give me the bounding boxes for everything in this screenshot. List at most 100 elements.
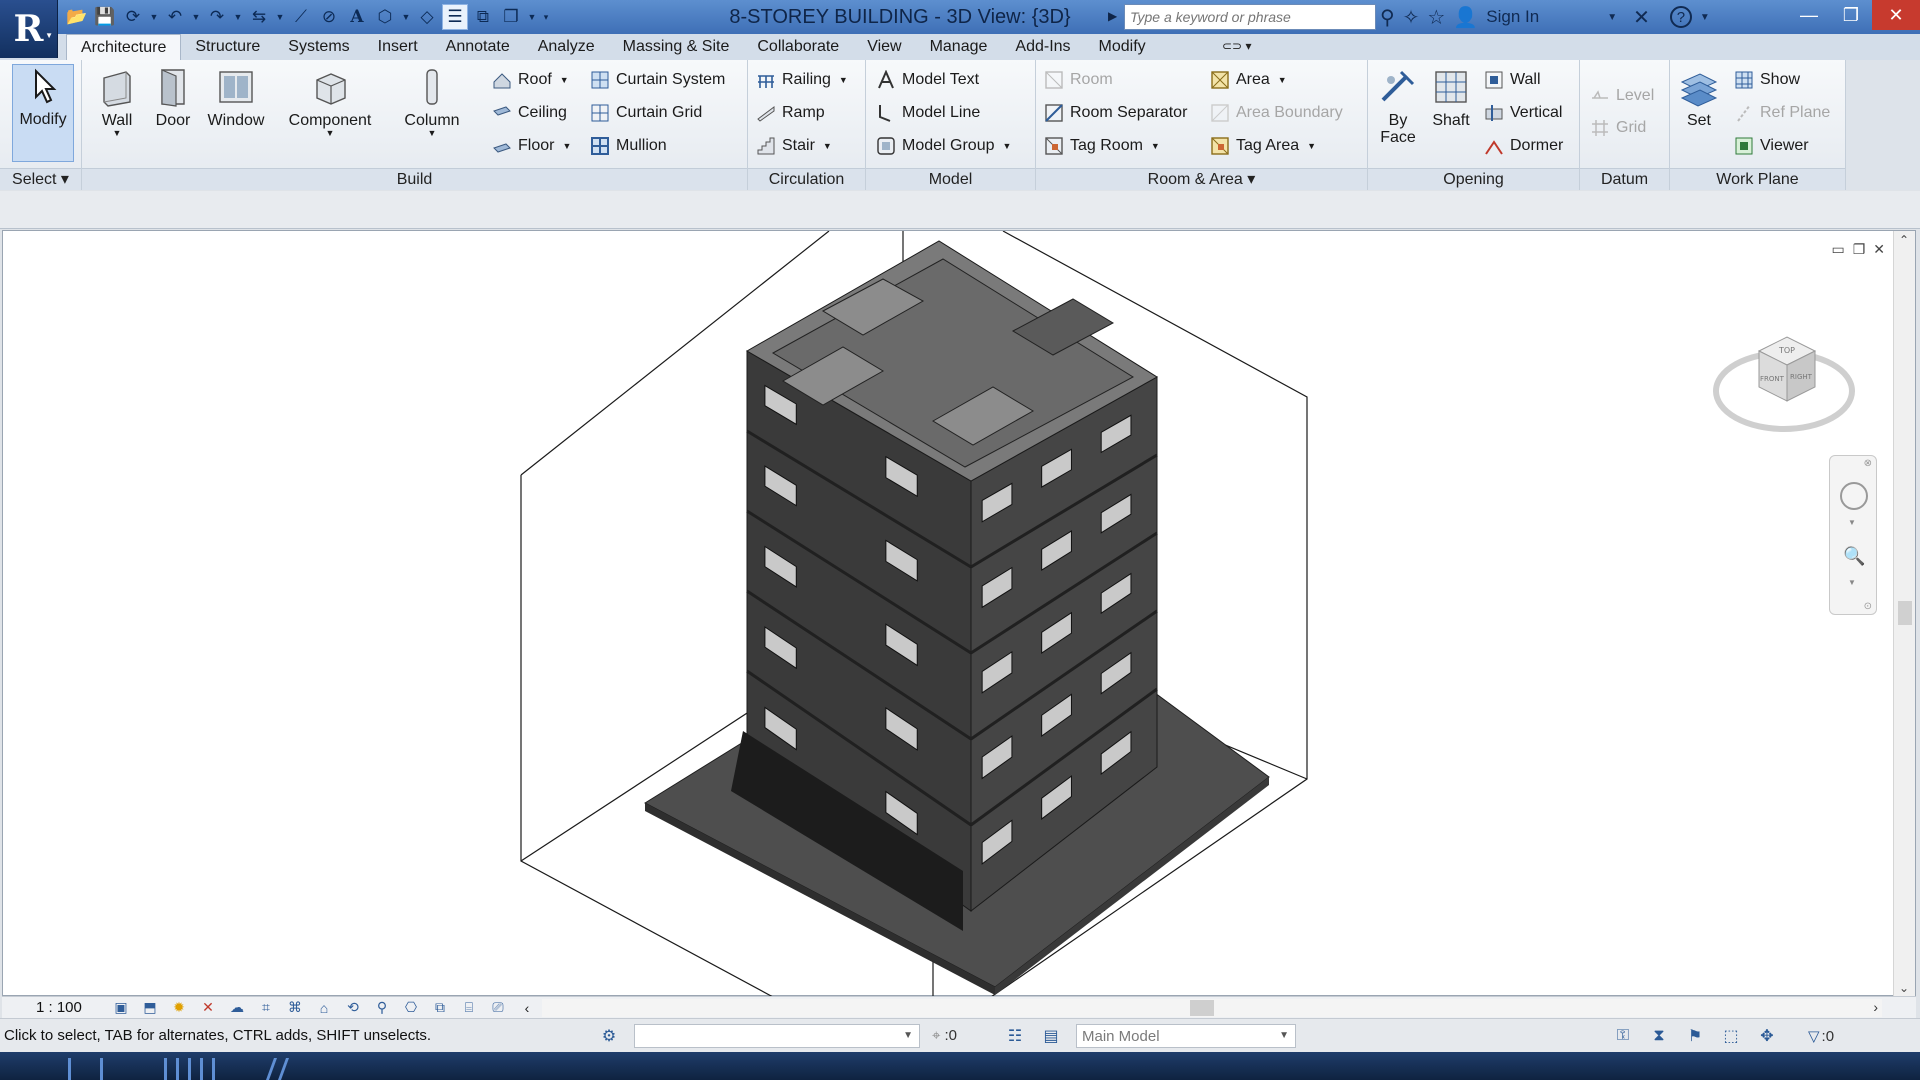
shaft-button[interactable]: Shaft [1426, 66, 1476, 130]
binoculars-icon[interactable]: ⚲ [1380, 5, 1395, 30]
steering-wheel-icon[interactable] [1840, 482, 1868, 510]
view-scale[interactable]: 1 : 100 [36, 999, 110, 1016]
visual-style-icon[interactable]: ⬒ [139, 999, 161, 1017]
worksets-icon[interactable]: ⚙ [598, 1025, 620, 1047]
viewcube-front-label[interactable]: FRONT [1760, 375, 1785, 383]
mullion-button[interactable]: Mullion [590, 132, 667, 160]
tab-add-ins[interactable]: Add-Ins [1001, 34, 1084, 60]
chevron-down-icon[interactable]: ▼ [274, 4, 286, 30]
vertical-opening-button[interactable]: Vertical [1484, 99, 1562, 127]
design-options-icon[interactable]: ▤ [1040, 1025, 1062, 1047]
stair-button[interactable]: Stair ▼ [756, 132, 832, 160]
tab-structure[interactable]: Structure [181, 34, 274, 60]
crop-view-icon[interactable]: ⌗ [255, 999, 277, 1017]
horizontal-scrollbar[interactable]: › [542, 999, 1882, 1017]
workset-dropdown[interactable]: ▼ [634, 1024, 920, 1048]
chevron-down-icon[interactable]: ▼ [190, 4, 202, 30]
minimize-view-icon[interactable]: ▭ [1831, 241, 1844, 258]
chevron-down-icon[interactable]: ▼ [1307, 141, 1316, 151]
taskbar-item[interactable] [277, 1058, 290, 1080]
chevron-down-icon[interactable]: ▼ [1003, 141, 1012, 151]
chevron-down-icon[interactable]: ⌄ [1899, 981, 1909, 995]
communication-center-icon[interactable]: ✧ [1403, 5, 1420, 30]
set-work-plane-button[interactable]: Set [1676, 66, 1722, 130]
sign-in-link[interactable]: Sign In [1486, 7, 1539, 27]
panel-title-select[interactable]: Select ▾ [0, 168, 81, 190]
vertical-scrollbar[interactable]: ⌃ ⌄ [1893, 231, 1915, 997]
chevron-down-icon[interactable]: ▼ [903, 1030, 913, 1041]
taskbar-item[interactable] [188, 1058, 191, 1080]
chevron-down-icon[interactable]: ▼ [562, 141, 571, 151]
taskbar-item[interactable] [176, 1058, 179, 1080]
grid-button[interactable]: Grid [1590, 114, 1646, 142]
tab-massing-site[interactable]: Massing & Site [609, 34, 744, 60]
level-button[interactable]: Level [1590, 82, 1654, 110]
help-icon[interactable]: ? [1669, 6, 1692, 28]
tab-systems[interactable]: Systems [274, 34, 363, 60]
chevron-down-icon[interactable]: ▼ [1700, 12, 1710, 23]
select-links-icon[interactable]: ⚿ [1612, 1025, 1634, 1047]
shadows-icon[interactable]: ✕ [197, 999, 219, 1017]
tab-architecture[interactable]: Architecture [66, 34, 182, 60]
ribbon-minimize-toggle[interactable]: ⊂⊃ ▾ [1222, 39, 1251, 53]
measure-icon[interactable]: ⇆ [246, 4, 272, 30]
minimize-icon[interactable]: — [1788, 0, 1830, 30]
model-line-button[interactable]: Model Line [876, 99, 980, 127]
viewcube[interactable]: TOP FRONT RIGHT [1709, 321, 1859, 441]
customize-qat-icon[interactable]: ▾ [540, 4, 552, 30]
chevron-down-icon[interactable]: ▼ [1848, 578, 1856, 587]
room-button[interactable]: Room [1044, 66, 1113, 94]
3d-model-canvas[interactable] [3, 231, 1893, 997]
section-icon[interactable]: ◇ [414, 4, 440, 30]
thin-lines-icon[interactable]: ☰ [442, 4, 468, 30]
door-button[interactable]: Door [150, 66, 196, 130]
show-work-plane-button[interactable]: Show [1734, 66, 1800, 94]
taskbar-item[interactable] [100, 1058, 103, 1080]
taskbar-item[interactable] [265, 1058, 278, 1080]
search-expand-icon[interactable]: ▶ [1108, 9, 1117, 23]
by-face-button[interactable]: By Face [1374, 66, 1422, 146]
analytical-model-icon[interactable]: ⎚ [487, 999, 509, 1017]
close-view-icon[interactable]: ✕ [1873, 241, 1885, 258]
chevron-down-icon[interactable]: ▼ [1278, 75, 1287, 85]
editable-only-icon[interactable]: ☷ [1004, 1025, 1026, 1047]
chevron-down-icon[interactable]: ▼ [1151, 141, 1160, 151]
save-icon[interactable]: 💾 [92, 4, 118, 30]
switch-windows-icon[interactable]: ❐ [498, 4, 524, 30]
taskbar-item[interactable] [212, 1058, 215, 1080]
chevron-down-icon[interactable]: ▼ [560, 75, 569, 85]
railing-button[interactable]: Railing ▼ [756, 66, 848, 94]
text-icon[interactable]: A [344, 4, 370, 30]
tag-icon[interactable]: ⊘ [316, 4, 342, 30]
chevron-down-icon[interactable]: ▼ [1607, 12, 1617, 23]
aligned-dimension-icon[interactable]: ⟋ [288, 4, 314, 30]
chevron-left-icon[interactable]: ‹ [516, 999, 538, 1017]
tab-annotate[interactable]: Annotate [432, 34, 524, 60]
model-text-button[interactable]: Model Text [876, 66, 979, 94]
reveal-hidden-elements-icon[interactable]: ⚲ [371, 999, 393, 1017]
taskbar-item[interactable] [164, 1058, 167, 1080]
select-pinned-icon[interactable]: ⚑ [1684, 1025, 1706, 1047]
chevron-down-icon[interactable]: ▼ [839, 75, 848, 85]
chevron-down-icon[interactable]: ▼ [148, 4, 160, 30]
chevron-down-icon[interactable]: ▼ [400, 4, 412, 30]
chevron-down-icon[interactable]: ▼ [1848, 518, 1856, 527]
tab-view[interactable]: View [853, 34, 915, 60]
temporary-hide-isolate-icon[interactable]: ⟲ [342, 999, 364, 1017]
select-by-face-icon[interactable]: ⬚ [1720, 1025, 1742, 1047]
wall-button[interactable]: Wall ▼ [92, 66, 142, 138]
rendering-dialog-icon[interactable]: ☁ [226, 999, 248, 1017]
window-button[interactable]: Window [204, 66, 268, 130]
dormer-button[interactable]: Dormer [1484, 132, 1563, 160]
open-icon[interactable]: 📂 [64, 4, 90, 30]
panel-title-room-area[interactable]: Room & Area ▾ [1036, 168, 1367, 190]
close-icon[interactable]: ⊗ [1864, 458, 1872, 469]
tag-room-button[interactable]: Tag Room ▼ [1044, 132, 1160, 160]
redo-icon[interactable]: ↷ [204, 4, 230, 30]
wall-opening-button[interactable]: Wall [1484, 66, 1541, 94]
chevron-down-icon[interactable]: ▼ [823, 141, 832, 151]
exchange-apps-icon[interactable]: ✕ [1633, 5, 1650, 30]
unlocked-3d-view-icon[interactable]: ⌂ [313, 999, 335, 1017]
search-input[interactable] [1124, 4, 1376, 30]
temporary-view-properties-icon[interactable]: ⎔ [400, 999, 422, 1017]
